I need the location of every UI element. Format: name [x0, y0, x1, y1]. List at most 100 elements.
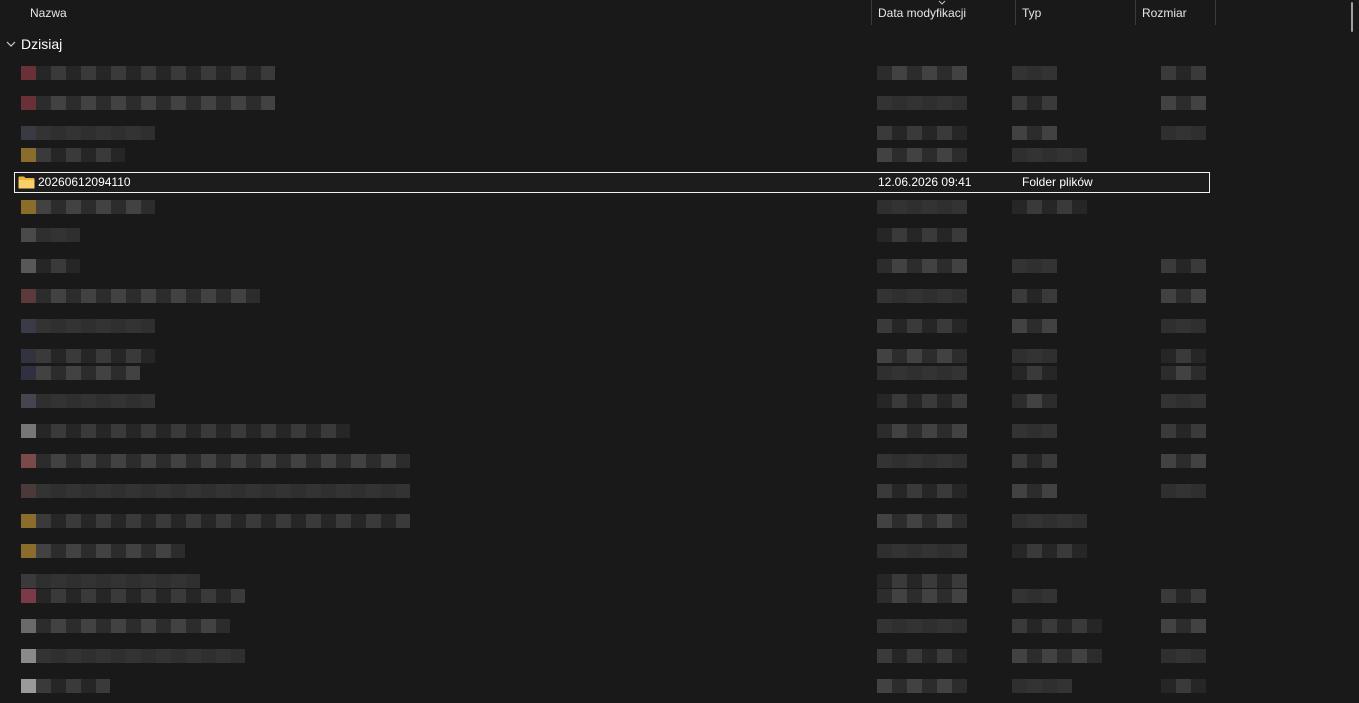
obscured-pixel-block — [1012, 319, 1027, 333]
obscured-pixel-block — [1057, 619, 1072, 633]
list-item[interactable] — [0, 424, 1230, 448]
scrollbar[interactable] — [1351, 2, 1353, 32]
column-header-name[interactable]: Nazwa — [30, 0, 67, 26]
obscured-pixel-block — [1057, 148, 1072, 162]
obscured-pixel-block — [381, 454, 396, 468]
obscured-pixel-block — [51, 679, 66, 693]
obscured-pixel-block — [1012, 649, 1027, 663]
list-item[interactable] — [0, 259, 1230, 283]
obscured-pixel-block — [36, 484, 51, 498]
list-item[interactable] — [0, 200, 1230, 224]
group-header-today[interactable]: Dzisiaj — [6, 34, 62, 54]
list-item[interactable] — [0, 484, 1230, 508]
list-item[interactable] — [0, 544, 1230, 568]
obscured-pixel-block — [96, 200, 111, 214]
obscured-pixel-block — [892, 228, 907, 242]
obscured-pixel-block — [1191, 484, 1206, 498]
obscured-pixel-block — [922, 66, 937, 80]
list-item[interactable] — [0, 394, 1230, 418]
obscured-pixel-block — [952, 200, 967, 214]
obscured-pixel-block — [336, 424, 350, 438]
column-divider[interactable] — [1215, 0, 1216, 25]
list-item[interactable] — [0, 289, 1230, 313]
obscured-pixel-block — [952, 649, 967, 663]
obscured-pixel-block — [141, 649, 156, 663]
obscured-pixel-block — [261, 424, 276, 438]
obscured-pixel-block — [952, 619, 967, 633]
column-header-date[interactable]: Data modyfikacji — [878, 0, 966, 26]
list-item[interactable] — [0, 619, 1230, 643]
obscured-pixel-block — [156, 454, 171, 468]
obscured-pixel-block — [1176, 366, 1191, 380]
obscured-pixel-block — [1191, 394, 1206, 408]
obscured-pixel-block — [892, 96, 907, 110]
obscured-pixel-block — [66, 66, 81, 80]
obscured-pixel-block — [922, 574, 937, 588]
obscured-pixel-block — [171, 589, 186, 603]
obscured-pixel-block — [1042, 394, 1057, 408]
obscured-pixel-block — [1191, 319, 1206, 333]
obscured-pixel-block — [892, 126, 907, 140]
list-item[interactable] — [0, 366, 1230, 390]
obscured-pixel-block — [1191, 289, 1206, 303]
list-item[interactable] — [0, 649, 1230, 673]
obscured-pixel-block — [907, 424, 922, 438]
obscured-pixel-block — [907, 349, 922, 363]
obscured-pixel-block — [66, 96, 81, 110]
obscured-pixel-block — [51, 394, 66, 408]
obscured-pixel-block — [36, 66, 51, 80]
list-item[interactable] — [0, 319, 1230, 343]
obscured-pixel-block — [261, 514, 276, 528]
obscured-pixel-block — [96, 289, 111, 303]
list-item[interactable] — [0, 96, 1230, 120]
group-label: Dzisiaj — [21, 36, 63, 52]
obscured-pixel-block — [1161, 394, 1176, 408]
obscured-pixel-block — [201, 619, 216, 633]
obscured-pixel-block — [1161, 349, 1176, 363]
obscured-pixel-block — [231, 96, 246, 110]
obscured-pixel-block — [156, 66, 171, 80]
obscured-pixel-block — [1191, 126, 1206, 140]
obscured-pixel-block — [126, 649, 141, 663]
file-icon — [21, 589, 36, 603]
list-item-selected[interactable]: 20260612094110 12.06.2026 09:41 Folder p… — [14, 172, 1210, 193]
obscured-pixel-block — [952, 319, 967, 333]
obscured-pixel-block — [1072, 649, 1087, 663]
column-divider[interactable] — [1135, 0, 1136, 25]
obscured-pixel-block — [156, 484, 171, 498]
obscured-pixel-block — [96, 619, 111, 633]
obscured-pixel-block — [96, 366, 111, 380]
obscured-pixel-block — [321, 454, 336, 468]
obscured-pixel-block — [1012, 126, 1027, 140]
obscured-pixel-block — [81, 679, 96, 693]
obscured-pixel-block — [1027, 319, 1042, 333]
obscured-pixel-block — [922, 200, 937, 214]
obscured-pixel-block — [111, 148, 125, 162]
obscured-pixel-block — [141, 126, 155, 140]
obscured-pixel-block — [366, 454, 381, 468]
column-header-type[interactable]: Typ — [1022, 0, 1041, 26]
list-item[interactable] — [0, 148, 1230, 172]
obscured-pixel-block — [1027, 259, 1042, 273]
column-divider[interactable] — [871, 0, 872, 25]
obscured-pixel-block — [396, 454, 410, 468]
list-item[interactable] — [0, 66, 1230, 90]
obscured-pixel-block — [1012, 289, 1027, 303]
list-item[interactable] — [0, 228, 1230, 252]
column-header-size[interactable]: Rozmiar — [1142, 0, 1187, 26]
obscured-pixel-block — [1012, 544, 1027, 558]
list-item[interactable] — [0, 454, 1230, 478]
obscured-pixel-block — [952, 514, 967, 528]
list-item[interactable] — [0, 679, 1230, 703]
obscured-pixel-block — [922, 454, 937, 468]
column-divider[interactable] — [1015, 0, 1016, 25]
obscured-pixel-block — [186, 589, 201, 603]
obscured-pixel-block — [126, 394, 141, 408]
obscured-pixel-block — [1072, 148, 1087, 162]
list-item[interactable] — [0, 589, 1230, 613]
list-item[interactable] — [0, 514, 1230, 538]
list-item[interactable] — [0, 126, 1230, 150]
obscured-pixel-block — [1027, 148, 1042, 162]
obscured-pixel-block — [186, 649, 201, 663]
obscured-pixel-block — [1176, 126, 1191, 140]
